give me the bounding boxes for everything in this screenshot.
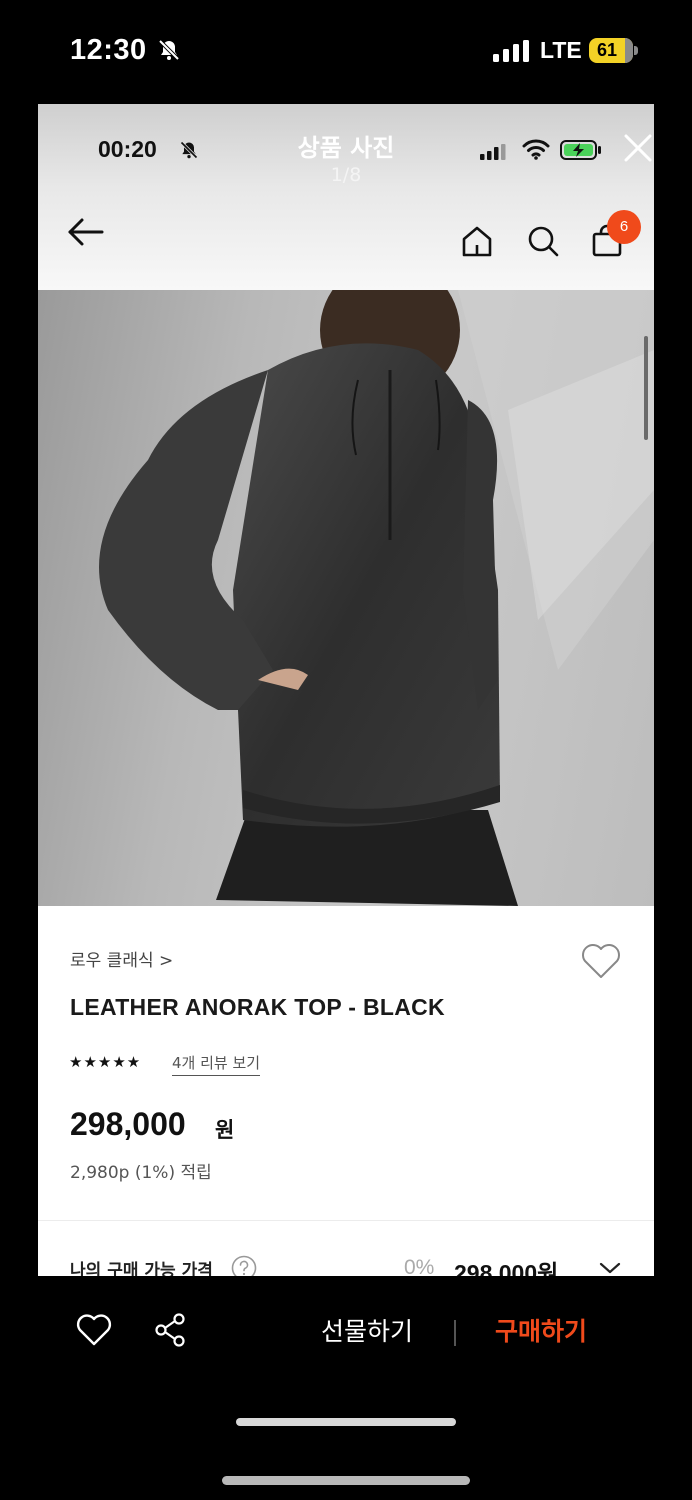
review-link[interactable]: 4개 리뷰 보기 <box>172 1052 261 1076</box>
battery-charging-icon <box>560 140 601 160</box>
status-bar: 12:30 LTE 61 <box>0 0 692 104</box>
star-rating: ★★★★★ <box>69 1053 142 1071</box>
battery-nub <box>634 46 638 55</box>
bottom-action-bar <box>0 1276 692 1500</box>
help-icon[interactable] <box>231 1255 257 1276</box>
product-name: LEATHER ANORAK TOP - BLACK <box>70 994 445 1020</box>
reward-points: 2,980p (1%) 적립 <box>70 1163 212 1183</box>
wishlist-heart-icon[interactable] <box>580 942 622 980</box>
viewer-top-bar: 00:20 상품 사진 1/8 <box>38 104 654 290</box>
battery-icon: 61 <box>589 38 633 63</box>
available-price-label: 나의 구매 가능 가격 <box>70 1261 213 1276</box>
back-arrow-icon[interactable] <box>66 216 106 248</box>
chevron-down-icon[interactable] <box>598 1260 622 1276</box>
close-icon[interactable] <box>622 132 654 164</box>
cellular-signal-icon <box>480 144 506 160</box>
share-icon[interactable] <box>152 1312 188 1348</box>
status-time: 12:30 <box>70 34 147 66</box>
price-currency: 원 <box>215 1118 235 1142</box>
cellular-signal-icon <box>493 40 529 62</box>
photo-viewer-screen: 00:20 상품 사진 1/8 6 로우 클래식 > LEATHER ANORA… <box>38 104 654 1276</box>
product-photo-image <box>99 290 654 906</box>
photo-counter: 1/8 <box>330 164 362 186</box>
divider <box>38 1220 654 1221</box>
search-icon[interactable] <box>526 224 560 258</box>
battery-level: 61 <box>596 40 618 60</box>
brand-link[interactable]: 로우 클래식 > <box>70 946 173 971</box>
wifi-icon <box>522 139 550 160</box>
cart-count-badge: 6 <box>607 210 641 244</box>
button-separator <box>454 1320 456 1346</box>
buy-button[interactable]: 구매하기 <box>474 1312 608 1352</box>
bell-off-icon <box>158 39 180 61</box>
gift-button[interactable]: 선물하기 <box>300 1312 434 1352</box>
discount-percent: 0% <box>404 1256 435 1276</box>
home-indicator[interactable] <box>236 1418 456 1426</box>
heart-icon[interactable] <box>76 1313 112 1347</box>
product-price: 298,000 <box>70 1106 186 1142</box>
home-icon[interactable] <box>460 224 494 258</box>
available-price: 298,000원 <box>454 1260 559 1276</box>
product-info: 로우 클래식 > LEATHER ANORAK TOP - BLACK ★★★★… <box>38 906 654 1276</box>
home-indicator[interactable] <box>222 1476 470 1485</box>
product-photo[interactable] <box>38 290 654 906</box>
network-type: LTE <box>540 37 582 63</box>
scrollbar[interactable] <box>644 336 648 440</box>
